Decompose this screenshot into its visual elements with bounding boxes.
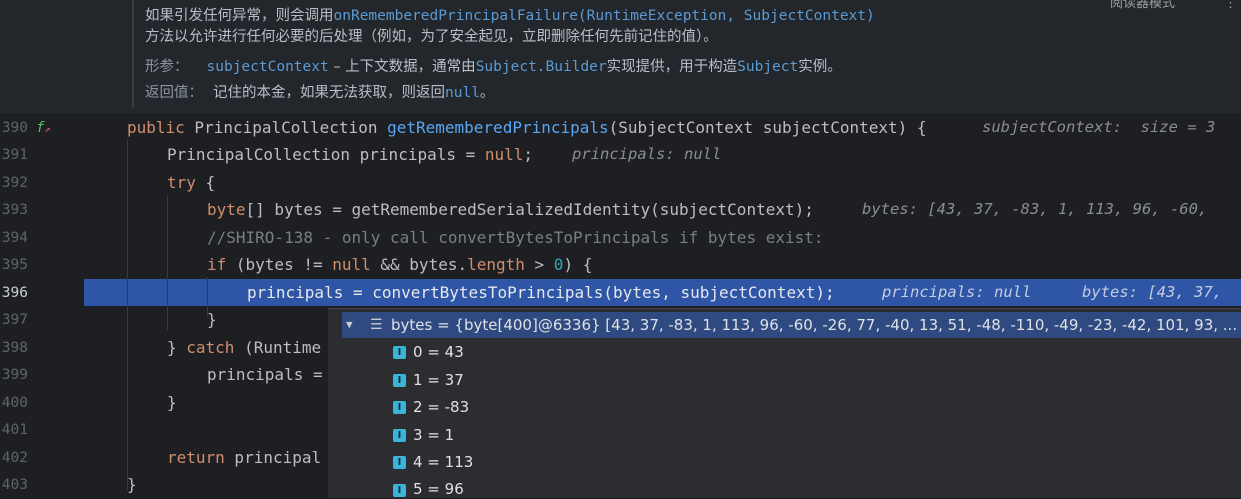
code-line-395[interactable]: if (bytes != null && bytes.length > 0) { [0,252,1241,279]
type: PrincipalCollection [184,118,388,137]
code-text: principals = [207,365,323,384]
return-code: null [445,85,480,101]
return-label: 返回值： [145,85,203,101]
keyword: catch [186,338,235,357]
code-line-392[interactable]: try { [0,170,1241,197]
array-element[interactable]: 2 = -83 [413,398,469,416]
inline-debug-value: bytes: [43, 37, -83, 1, 113, 96, -60, [862,200,1208,218]
code-text: { [195,173,216,192]
code-text: principal [224,448,322,467]
javadoc-text: 如果引发任何异常，则会调用 [145,8,334,24]
inline-debug-value: principals: null [572,145,722,163]
chevron-down-icon[interactable]: ▼ [346,318,353,331]
keyword: if [207,255,227,274]
code-text: (bytes != [226,255,333,274]
popup-header-value[interactable]: bytes = {byte[400]@6336} [43, 37, -83, 1… [391,316,1237,334]
code-text: ; [523,145,534,164]
param-link[interactable]: Subject [737,59,798,75]
primitive-icon: I [393,456,406,469]
method-name: getRememberedPrincipals [387,118,609,137]
array-element[interactable]: 1 = 37 [413,371,464,389]
primitive-icon: I [393,346,406,359]
array-element[interactable]: 5 = 96 [413,480,464,498]
param-text: 实例。 [798,59,842,75]
param-label: 形参： [145,59,189,75]
code-line-391[interactable]: PrincipalCollection principals = null; p… [0,142,1241,169]
javadoc-link[interactable]: onRememberedPrincipalFailure(RuntimeExce… [334,8,875,24]
param-text: – 上下文数据，通常由 [328,59,476,75]
code-text: } [207,310,217,329]
more-icon[interactable]: ⋮ [1224,0,1237,11]
comment: //SHIRO-138 - only call convertBytesToPr… [207,228,824,247]
keyword: length [467,255,525,274]
javadoc-return: 返回值： 记住的本金，如果无法获取，则返回null。 [145,81,494,102]
code-line-390[interactable]: public PrincipalCollection getRemembered… [0,115,1241,142]
array-icon: ☰ [370,317,383,333]
code-text: (Runtime [234,338,322,357]
javadoc-line-2: 方法以允许进行任何必要的后处理（例如，为了安全起见，立即删除任何先前记住的值）。 [145,25,718,46]
keyword: try [167,173,196,192]
javadoc-param: 形参： subjectContext – 上下文数据，通常由Subject.Bui… [145,55,842,76]
keyword: null [484,145,524,164]
primitive-icon: I [393,401,406,414]
inline-debug-value: principals: null [882,283,1032,301]
param-name: subjectContext [206,59,329,75]
code-text: && bytes. [370,255,468,274]
inline-debug-value: subjectContext: size = 3 [982,118,1216,136]
array-element[interactable]: 3 = 1 [413,426,454,444]
return-text: 记住的本金，如果无法获取，则返回 [213,85,445,101]
number: 0 [553,255,564,274]
code-text: principals = convertBytesToPrincipals(by… [247,283,835,302]
keyword: null [332,255,371,274]
array-element[interactable]: 4 = 113 [413,453,473,471]
code-text: [] bytes = getRememberedSerializedIdenti… [245,200,814,219]
params: (SubjectContext subjectContext) { [608,118,927,137]
code-text: } [167,393,177,412]
primitive-icon: I [393,484,406,497]
rendered-javadoc: 如果引发任何异常，则会调用onRememberedPrincipalFailur… [0,0,1241,113]
line-number: 401 [1,422,28,438]
array-element[interactable]: 0 = 43 [413,343,464,361]
code-line-396[interactable]: principals = convertBytesToPrincipals(by… [0,280,1241,307]
code-text: ) { [563,255,593,274]
code-text: > [524,255,554,274]
keyword: byte [207,200,246,219]
javadoc-text: 方法以允许进行任何必要的后处理（例如，为了安全起见，立即删除任何先前记住的值）。 [145,29,718,45]
javadoc-line-1: 如果引发任何异常，则会调用onRememberedPrincipalFailur… [145,4,875,25]
code-text: } [167,338,187,357]
code-line-394[interactable]: //SHIRO-138 - only call convertBytesToPr… [0,225,1241,252]
primitive-icon: I [393,429,406,442]
primitive-icon: I [393,374,406,387]
code-line-393[interactable]: byte[] bytes = getRememberedSerializedId… [0,197,1241,224]
keyword: return [167,448,225,467]
param-text: 实现提供，用于构造 [606,59,738,75]
keyword: public [127,118,185,137]
javadoc-bar [132,0,134,108]
param-link[interactable]: Subject.Builder [476,59,607,75]
inline-debug-value: bytes: [43, 37, [1082,283,1222,301]
code-text: } [127,475,137,494]
return-text: 。 [479,85,495,101]
code-text: PrincipalCollection principals = [167,145,485,164]
reader-mode-label[interactable]: 阅读器模式 [1110,0,1175,11]
